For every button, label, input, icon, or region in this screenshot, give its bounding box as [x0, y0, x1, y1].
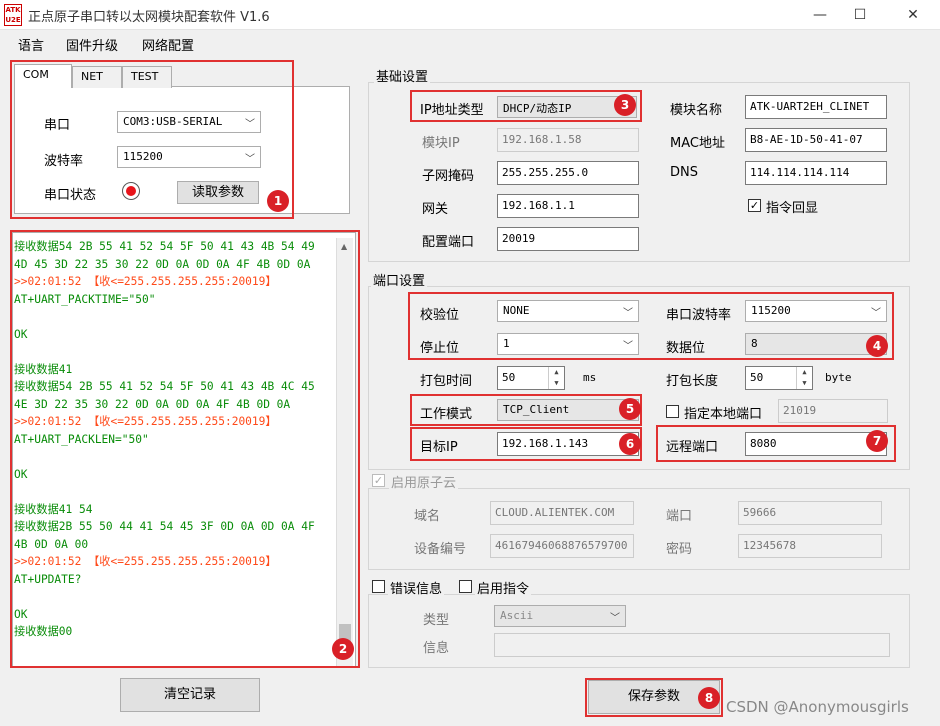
highlight-box-5: [410, 394, 642, 426]
domain-label: 域名: [414, 509, 441, 524]
type-value: Ascii: [500, 609, 534, 622]
cloud-port-field: 59666: [738, 501, 882, 525]
dns-field[interactable]: 114.114.114.114: [745, 161, 887, 185]
device-id-field: 46167946068876579700: [490, 534, 634, 558]
local-port-field: 21019: [778, 399, 888, 423]
type-label: 类型: [423, 613, 450, 628]
badge-5: 5: [619, 398, 641, 420]
pack-time-stepper[interactable]: 50 ▲ ▼: [497, 366, 565, 390]
close-button[interactable]: ✕: [893, 4, 933, 26]
enable-cmd-label: 启用指令: [475, 578, 532, 597]
spinner-arrows-icon[interactable]: ▲ ▼: [548, 367, 564, 389]
error-info-label: 错误信息: [388, 578, 445, 597]
menu-network[interactable]: 网络配置: [142, 35, 194, 54]
gateway-field[interactable]: 192.168.1.1: [497, 194, 639, 218]
echo-checkbox[interactable]: ✓: [748, 199, 761, 212]
basic-settings-title: 基础设置: [374, 66, 431, 85]
pack-len-label: 打包长度: [666, 374, 719, 389]
subnet-field[interactable]: 255.255.255.0: [497, 161, 639, 185]
highlight-box-2: [10, 230, 360, 668]
badge-8: 8: [698, 687, 720, 709]
highlight-box-3: [410, 90, 642, 122]
info-field: [494, 633, 890, 657]
pack-time-unit: ms: [583, 371, 597, 384]
gateway-label: 网关: [422, 202, 449, 217]
type-select: Ascii ﹀: [494, 605, 626, 627]
badge-1: 1: [267, 190, 289, 212]
pack-time-value: 50: [502, 371, 516, 384]
watermark: CSDN @Anonymousgirls: [726, 698, 909, 716]
mac-label: MAC地址: [670, 136, 725, 151]
minimize-button[interactable]: —: [800, 4, 840, 26]
badge-7: 7: [866, 430, 888, 452]
password-field: 12345678: [738, 534, 882, 558]
enable-cmd-checkbox[interactable]: [459, 580, 472, 593]
device-id-label: 设备编号: [414, 542, 467, 557]
module-name-label: 模块名称: [670, 103, 723, 118]
badge-3: 3: [614, 94, 636, 116]
spinner-arrows-icon[interactable]: ▲ ▼: [796, 367, 812, 389]
pack-len-stepper[interactable]: 50 ▲ ▼: [745, 366, 813, 390]
dns-label: DNS: [670, 165, 698, 180]
highlight-box-7: [656, 425, 896, 462]
badge-2: 2: [332, 638, 354, 660]
config-port-field[interactable]: 20019: [497, 227, 639, 251]
pack-len-value: 50: [750, 371, 764, 384]
badge-4: 4: [866, 335, 888, 357]
pack-len-unit: byte: [825, 371, 852, 384]
pack-time-label: 打包时间: [420, 374, 473, 389]
mac-field[interactable]: B8-AE-1D-50-41-07: [745, 128, 887, 152]
local-port-label: 指定本地端口: [684, 407, 763, 422]
cloud-port-label: 端口: [666, 509, 693, 524]
module-ip-label: 模块IP: [422, 136, 460, 151]
module-name-field[interactable]: ATK-UART2EH_CLINET: [745, 95, 887, 119]
app-logo: ATK U2E: [4, 4, 22, 26]
highlight-box-1: [10, 60, 294, 219]
cloud-enable-checkbox: ✓: [372, 474, 385, 487]
badge-6: 6: [619, 433, 641, 455]
info-label: 信息: [423, 641, 450, 656]
subnet-label: 子网掩码: [422, 169, 475, 184]
port-settings-title: 端口设置: [371, 270, 428, 289]
menu-bar: [0, 31, 940, 57]
highlight-box-6: [410, 427, 642, 461]
error-info-checkbox[interactable]: [372, 580, 385, 593]
clear-log-button[interactable]: 清空记录: [120, 678, 260, 712]
maximize-button[interactable]: ☐: [840, 4, 880, 26]
menu-firmware[interactable]: 固件升级: [66, 35, 118, 54]
password-label: 密码: [666, 542, 693, 557]
menu-language[interactable]: 语言: [18, 35, 44, 54]
echo-label: 指令回显: [766, 201, 819, 216]
domain-field: CLOUD.ALIENTEK.COM: [490, 501, 634, 525]
config-port-label: 配置端口: [422, 235, 475, 250]
cloud-enable-label: 启用原子云: [389, 472, 459, 491]
chevron-down-icon: ﹀: [610, 613, 620, 624]
local-port-checkbox[interactable]: [666, 405, 679, 418]
highlight-box-4: [408, 292, 894, 360]
window-title: 正点原子串口转以太网模块配套软件 V1.6: [28, 10, 270, 25]
module-ip-field: 192.168.1.58: [497, 128, 639, 152]
